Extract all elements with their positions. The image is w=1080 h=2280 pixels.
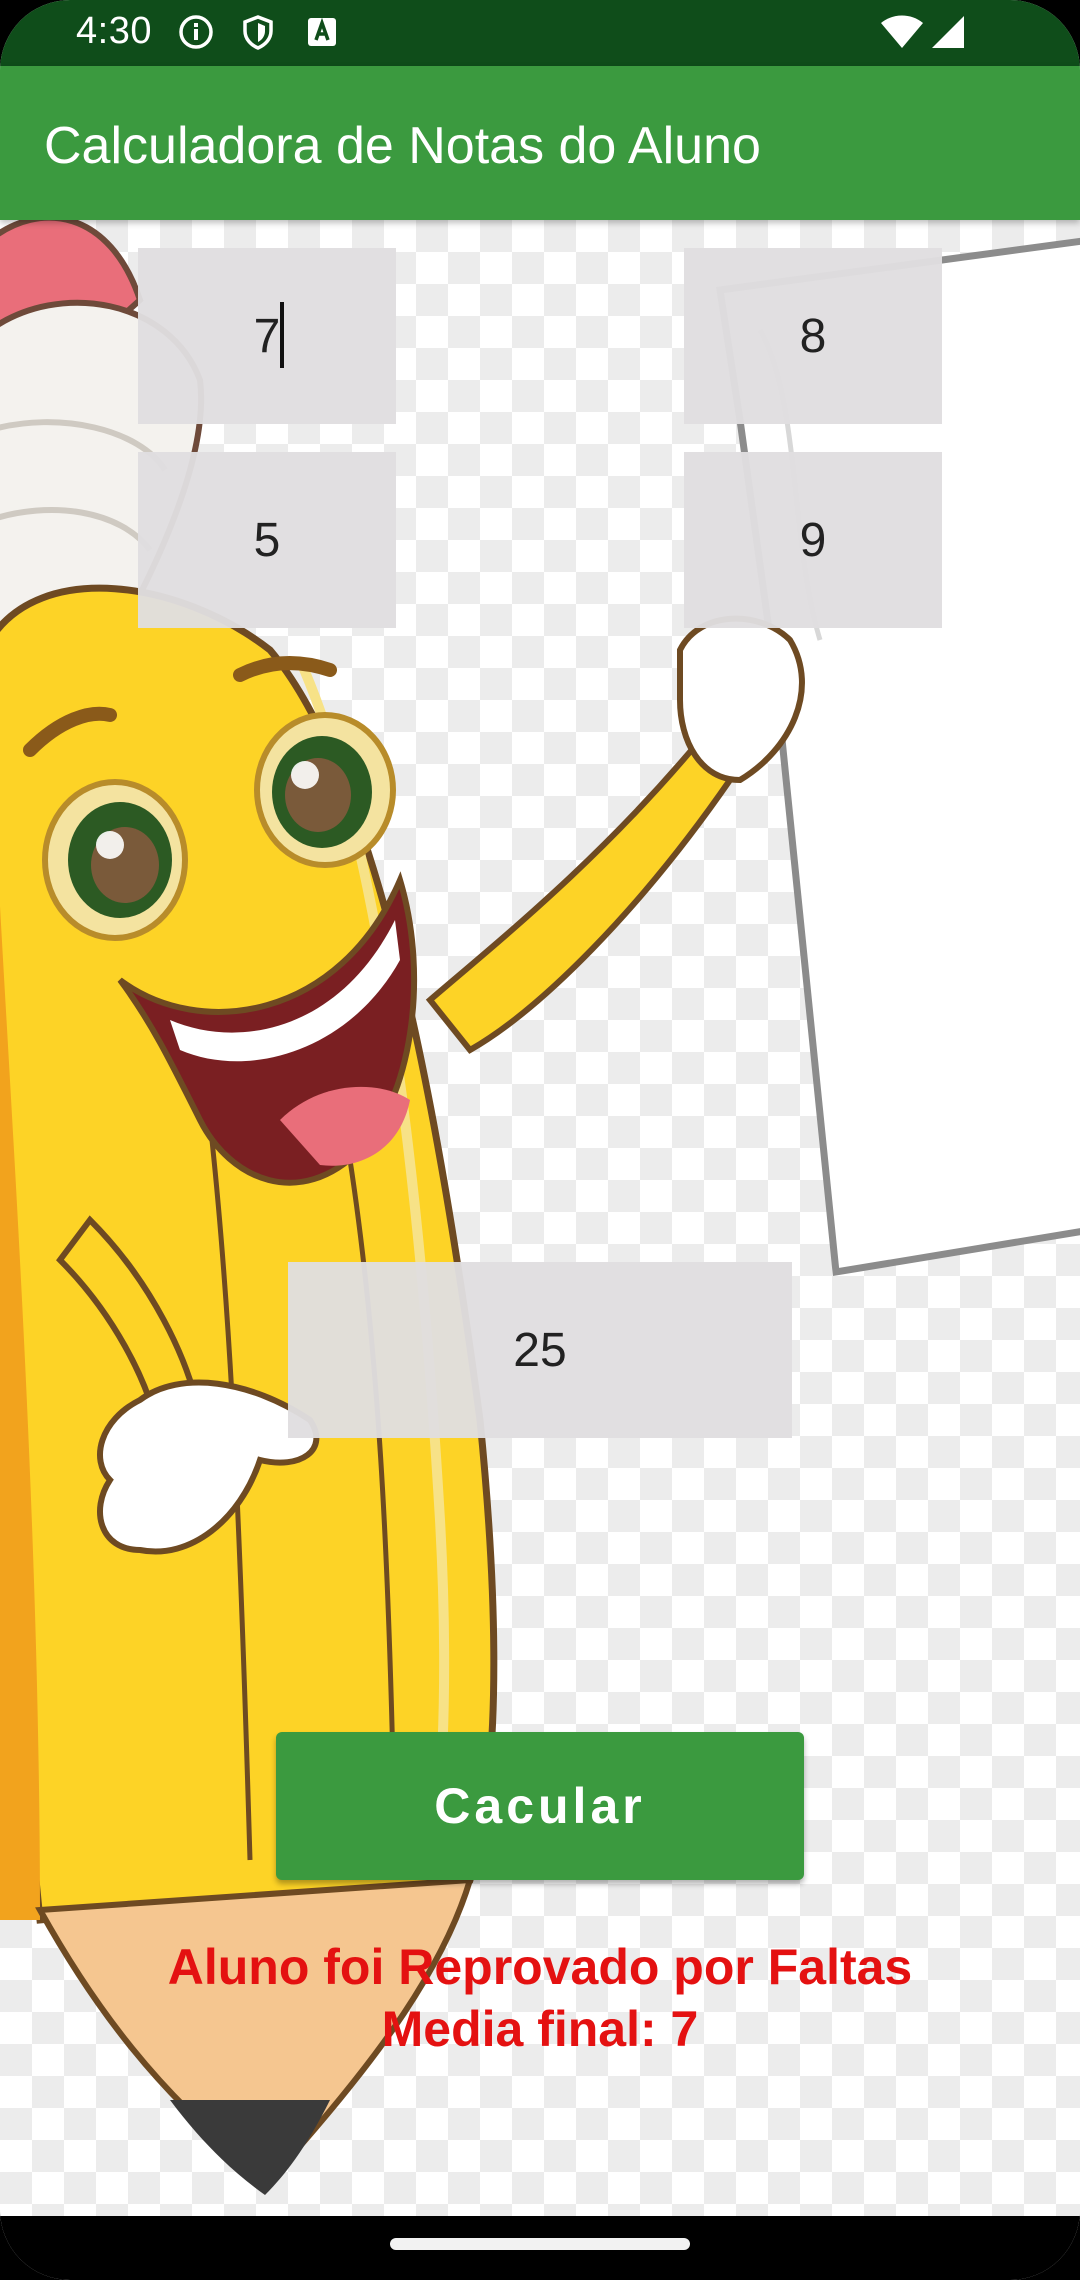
shield-icon <box>243 15 273 50</box>
main-content: Cacular Aluno foi Reprovado por Faltas M… <box>0 220 1080 2216</box>
grade-2-input[interactable] <box>684 248 942 424</box>
app-bar: Calculadora de Notas do Aluno <box>0 66 1080 220</box>
text-cursor <box>280 302 284 368</box>
grade-4-input[interactable] <box>684 452 942 628</box>
phone-screen: 4:30 Calculadora de Notas do Aluno 7 8 5… <box>0 0 1080 2280</box>
grade-1-input[interactable] <box>138 248 396 424</box>
keyboard-a-icon <box>308 17 336 46</box>
grade-3-input[interactable] <box>138 452 396 628</box>
calculate-button[interactable]: Cacular <box>276 1732 804 1880</box>
wifi-icon <box>881 15 923 48</box>
info-icon <box>179 15 213 49</box>
status-bar: 4:30 <box>0 0 1080 66</box>
signal-icon <box>932 16 964 48</box>
status-time: 4:30 <box>76 10 152 52</box>
navigation-bar <box>0 2216 1080 2280</box>
result-average: Media final: 7 <box>381 2001 699 2057</box>
result-text: Aluno foi Reprovado por Faltas Media fin… <box>0 1936 1080 2060</box>
result-status: Aluno foi Reprovado por Faltas <box>167 1939 913 1995</box>
home-gesture-handle[interactable] <box>390 2238 690 2250</box>
app-title: Calculadora de Notas do Aluno <box>44 117 761 175</box>
absences-input[interactable] <box>288 1262 792 1438</box>
